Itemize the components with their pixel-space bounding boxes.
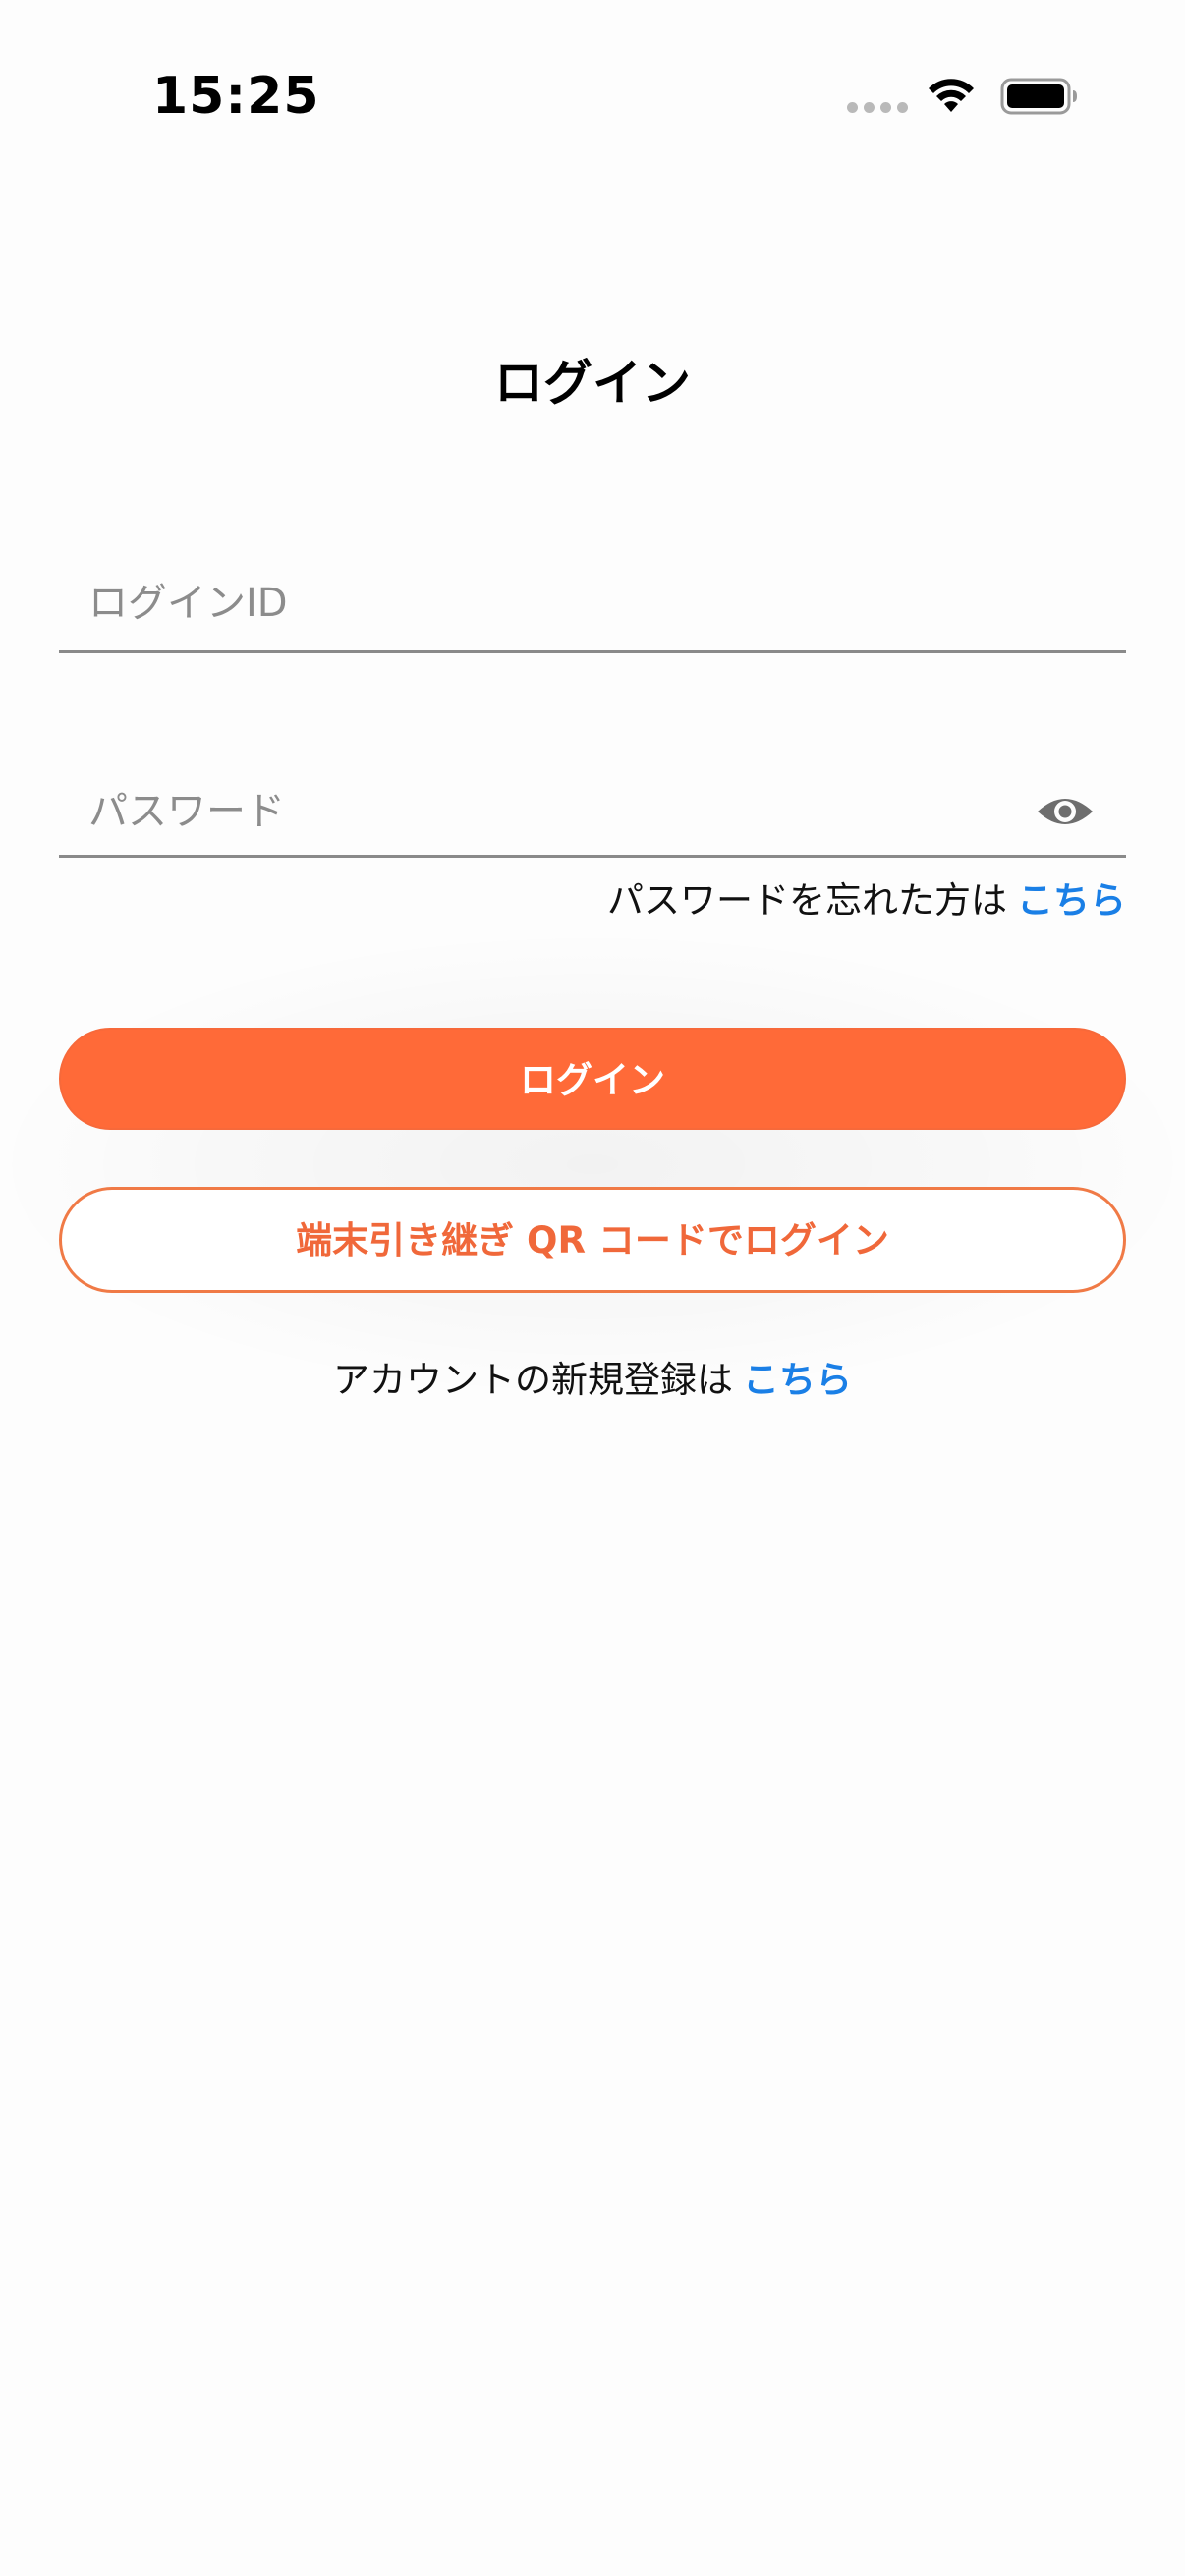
battery-icon [1000,78,1077,115]
signal-dots-icon [847,102,908,114]
button-shadow-glow [0,933,1185,1395]
eye-icon[interactable] [1036,792,1095,831]
register-link[interactable]: こちら [743,1359,852,1401]
forgot-password-row: パスワードを忘れた方は こちら [607,870,1126,924]
status-time: 15:25 [152,67,320,126]
login-id-input[interactable] [88,574,1091,633]
register-text: アカウントの新規登録は [333,1359,733,1401]
wifi-icon [929,79,974,112]
login-id-field [59,556,1126,653]
qr-login-button[interactable]: 端末引き継ぎ QR コードでログイン [59,1187,1126,1293]
page-title: ログイン [494,355,691,412]
password-input[interactable] [88,782,973,841]
password-field [59,762,1126,858]
register-row: アカウントの新規登録は こちら [0,1350,1185,1403]
login-screen: 15:25 ログイン パスワードを忘れた方はこちら ログイン 端末引き継ぎ QR… [0,0,1185,2576]
forgot-password-link[interactable]: こちら [1017,879,1126,922]
forgot-password-text: パスワードを忘れた方は [607,879,1007,922]
login-button[interactable]: ログイン [59,1028,1126,1130]
